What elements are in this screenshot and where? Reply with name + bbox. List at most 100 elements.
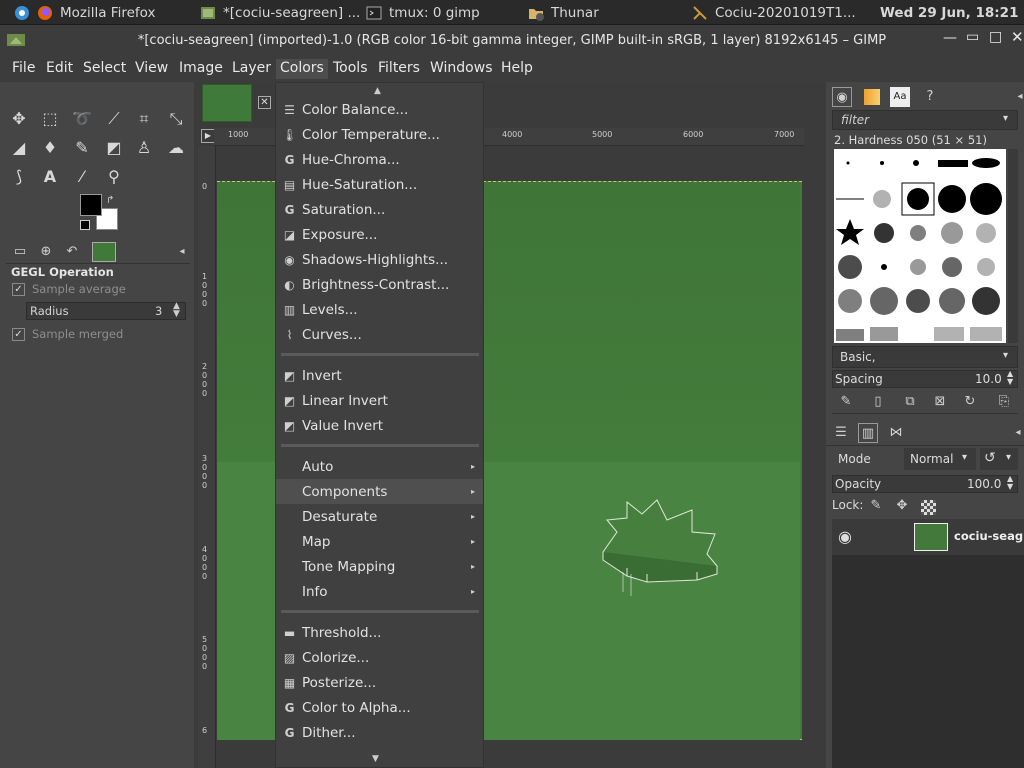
edit-brush-icon[interactable]: ✎ [836,392,856,412]
brushes-tab-icon[interactable]: ◉ [832,87,852,107]
menu-item-threshold[interactable]: ▬ Threshold... [276,620,483,645]
restore-icon[interactable]: ▭ [966,29,980,45]
lasso-icon[interactable]: ➰ [71,108,93,130]
image-tab-thumbnail[interactable] [202,84,252,122]
swap-colors-icon[interactable]: ↱ [106,195,114,206]
spinner-arrows-icon[interactable]: ▲ ▼ [173,302,180,319]
taskbar-app-icon[interactable] [14,0,37,25]
menu-item-invert[interactable]: ◩ Invert [276,363,483,388]
default-colors-icon[interactable] [80,220,90,230]
taskbar-item-gimp[interactable]: *[cociu-seagreen] ... [200,0,360,25]
menu-item-curves[interactable]: ⌇ Curves... [276,322,483,347]
maximize-icon[interactable]: □ [989,29,1003,45]
open-brush-icon[interactable]: ⎘ [994,392,1014,412]
menu-layer[interactable]: Layer [228,59,275,79]
configure-tab-icon[interactable]: ◂ [1008,423,1024,443]
warp-icon[interactable]: ◢ [8,137,30,159]
crop-icon[interactable]: ⌗ [133,108,155,130]
clock[interactable]: Wed 29 Jun, 18:21 [880,0,1020,25]
layers-tab-icon[interactable]: ☰ [831,423,851,443]
menu-item-color-to-alpha[interactable]: G Color to Alpha... [276,695,483,720]
menu-item-desaturate[interactable]: Desaturate ▸ [276,504,483,529]
mode-reset-button[interactable]: ↺ ▾ [980,448,1018,470]
layers-list[interactable]: ◉ cociu-seag [832,519,1024,768]
brush-grid[interactable] [834,149,1006,343]
zoom-icon[interactable]: ⚲ [103,166,125,188]
close-icon[interactable]: ✕ [1011,28,1024,46]
window-titlebar[interactable]: *[cociu-seagreen] (imported)-1.0 (RGB co… [0,25,1024,55]
spacing-slider[interactable]: Spacing 10.0 ▲ ▼ [832,370,1018,388]
spinner-arrows-icon[interactable]: ▲ ▼ [1007,475,1013,491]
menu-image[interactable]: Image [175,59,227,79]
paintbrush-icon[interactable]: ✎ [71,137,93,159]
smudge-icon[interactable]: ☁ [165,137,187,159]
menu-item-hue-saturation[interactable]: ▤ Hue-Saturation... [276,172,483,197]
delete-brush-icon[interactable]: ⊠ [930,392,950,412]
vertical-scrollbar[interactable] [802,146,824,768]
refresh-brushes-icon[interactable]: ↻ [960,392,980,412]
menu-file[interactable]: File [8,59,39,79]
menu-help[interactable]: Help [497,59,537,79]
color-picker-icon[interactable]: ⁄ [71,166,93,188]
new-brush-icon[interactable]: ▯ [868,392,888,412]
menu-item-tone-mapping[interactable]: Tone Mapping ▸ [276,554,483,579]
menu-view[interactable]: View [131,59,172,79]
menu-scroll-up-icon[interactable]: ▲ [374,86,381,96]
patterns-tab-icon[interactable] [864,89,880,105]
channels-tab-icon[interactable]: ▥ [858,423,878,443]
configure-tab-icon[interactable]: ◂ [172,242,192,262]
menu-scroll-down-icon[interactable]: ▼ [372,754,379,764]
undo-history-tab-icon[interactable]: ↶ [62,242,82,262]
close-image-tab-icon[interactable]: ✕ [258,96,271,109]
move-tool-icon[interactable]: ✥ [8,108,30,130]
sample-average-checkbox[interactable]: ✓ Sample average [12,282,126,296]
menu-item-saturation[interactable]: G Saturation... [276,197,483,222]
taskbar-item-thunar[interactable]: Thunar [528,0,688,25]
lock-position-icon[interactable]: ✥ [892,496,912,516]
taskbar-item-firefox[interactable]: Mozilla Firefox [37,0,197,25]
menu-item-auto[interactable]: Auto ▸ [276,454,483,479]
device-status-tab-icon[interactable]: ⊕ [36,242,56,262]
taskbar-item-tmux[interactable]: tmux: 0 gimp [366,0,526,25]
menu-item-value-invert[interactable]: ◩ Value Invert [276,413,483,438]
menu-edit[interactable]: Edit [42,59,77,79]
minimize-icon[interactable]: — [943,30,957,46]
spinner-arrows-icon[interactable]: ▲ ▼ [1007,370,1013,386]
paths-tab-icon[interactable]: ⋈ [886,423,906,443]
duplicate-brush-icon[interactable]: ⧉ [900,392,920,412]
menu-item-dither[interactable]: G Dither... [276,720,483,745]
menu-item-brightness-contrast[interactable]: ◐ Brightness-Contrast... [276,272,483,297]
menu-item-linear-invert[interactable]: ◩ Linear Invert [276,388,483,413]
brush-filter-input[interactable]: filter ▾ [832,110,1018,130]
menu-item-color-balance[interactable]: ☰ Color Balance... [276,97,483,122]
menu-item-hue-chroma[interactable]: G Hue-Chroma... [276,147,483,172]
mode-select[interactable]: Normal ▾ [904,448,976,470]
menu-item-exposure[interactable]: ◪ Exposure... [276,222,483,247]
eraser-icon[interactable]: ◩ [103,137,125,159]
menu-item-colorize[interactable]: ▨ Colorize... [276,645,483,670]
menu-tools[interactable]: Tools [329,59,372,79]
menu-windows[interactable]: Windows [426,59,497,79]
brush-grid-scrollbar[interactable] [1008,149,1018,343]
lock-alpha-icon[interactable] [921,500,936,515]
menu-item-levels[interactable]: ▥ Levels... [276,297,483,322]
menu-select[interactable]: Select [79,59,130,79]
text-tool-icon[interactable]: A [39,166,61,188]
menu-item-components[interactable]: Components ▸ [276,479,483,504]
fonts-tab-icon[interactable]: Aa [890,87,910,107]
bucket-fill-icon[interactable]: ♦ [39,137,61,159]
menu-item-posterize[interactable]: ▦ Posterize... [276,670,483,695]
opacity-slider[interactable]: Opacity 100.0 ▲ ▼ [832,475,1018,493]
images-tab-icon[interactable] [92,242,116,262]
eye-icon[interactable]: ◉ [838,527,852,546]
radius-spinner[interactable]: Radius 3 ▲ ▼ [26,302,186,320]
help-tab-icon[interactable]: ? [920,87,940,107]
paths-icon[interactable]: ⟆ [8,166,30,188]
foreground-color-swatch[interactable] [80,194,102,216]
configure-tab-icon[interactable]: ◂ [1010,87,1024,107]
quick-mask-icon[interactable]: ▶ [201,129,215,143]
menu-item-map[interactable]: Map ▸ [276,529,483,554]
menu-item-color-temperature[interactable]: 🌡 Color Temperature... [276,122,483,147]
taskbar-item-image-viewer[interactable]: Cociu-20201019T1... [692,0,862,25]
tool-options-tab-icon[interactable]: ▭ [10,242,30,262]
